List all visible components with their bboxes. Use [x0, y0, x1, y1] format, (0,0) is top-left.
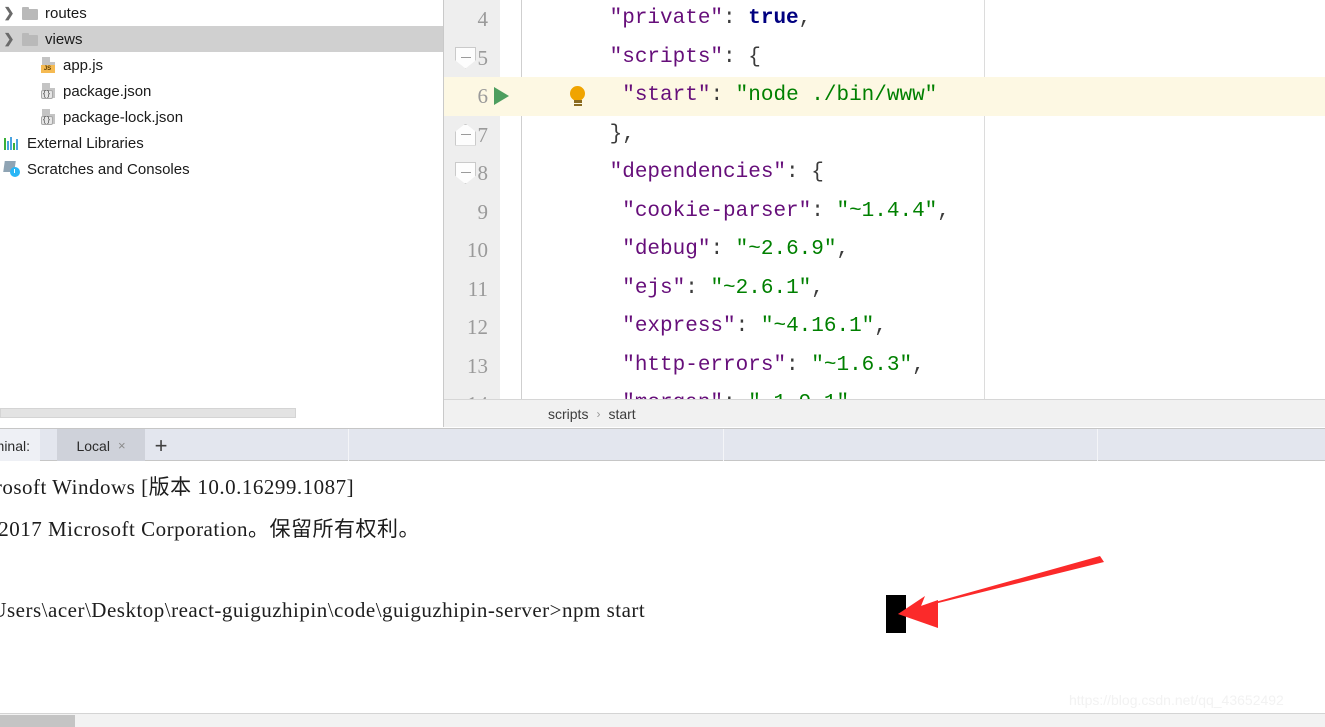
scratches-icon — [0, 161, 24, 177]
terminal-line: ) 2017 Microsoft Corporation。保留所有权利。 — [0, 517, 421, 541]
tree-item-views[interactable]: ❯ views — [0, 26, 443, 52]
terminal-tab-bar: rminal: Local × + — [0, 428, 1325, 462]
tree-item-label: views — [45, 30, 83, 48]
tree-item-label: package.json — [63, 82, 152, 100]
terminal-output[interactable]: crosoft Windows [版本 10.0.16299.1087] ) 2… — [0, 461, 1325, 709]
tree-item-label: routes — [45, 4, 87, 22]
tree-item-label: External Libraries — [27, 134, 144, 152]
chevron-right-icon[interactable]: ❯ — [0, 5, 18, 21]
line-number: 12 — [467, 315, 488, 339]
code-line[interactable]: 7 }, — [444, 116, 1325, 155]
terminal-tab-label: Local — [76, 437, 110, 454]
chevron-right-icon: › — [596, 406, 601, 421]
code-text: "cookie-parser": "~1.4.4", — [622, 199, 950, 223]
code-editor[interactable]: 4 "private": true, 5 "scripts": {6 "start… — [444, 0, 1325, 427]
line-number: 6 — [477, 84, 489, 108]
code-text: "scripts": { — [609, 45, 761, 69]
line-number: 11 — [467, 276, 488, 301]
project-tree-panel: ❯ routes ❯ views JS app.js{} package.json{} pac… — [0, 0, 444, 427]
tree-item-package-lock-json[interactable]: {} package-lock.json — [0, 104, 443, 130]
chevron-right-icon[interactable]: ❯ — [0, 31, 18, 47]
scrollbar-thumb[interactable] — [0, 715, 75, 727]
tab-bar-divider-2 — [723, 429, 724, 462]
tree-item-external-libraries[interactable]: External Libraries — [0, 130, 443, 156]
breadcrumb-item-scripts[interactable]: scripts — [548, 406, 588, 422]
terminal-line: crosoft Windows [版本 10.0.16299.1087] — [0, 475, 355, 499]
terminal-cursor — [886, 595, 906, 633]
json-file-icon: {} — [36, 109, 60, 125]
code-line[interactable]: 11 "ejs": "~2.6.1", — [444, 270, 1325, 309]
close-icon[interactable]: × — [118, 438, 126, 453]
tree-item-package-json[interactable]: {} package.json — [0, 78, 443, 104]
app-window: ❯ routes ❯ views JS app.js{} package.json{} pac… — [0, 0, 1325, 727]
line-number: 4 — [477, 7, 489, 31]
code-line[interactable]: 6 "start": "node ./bin/www" — [444, 77, 1325, 116]
add-terminal-tab-button[interactable]: + — [145, 429, 177, 462]
code-line[interactable]: 14 "morgan": "~1.9.1" — [444, 385, 1325, 399]
code-line[interactable]: 4 "private": true, — [444, 0, 1325, 39]
line-number: 9 — [477, 199, 489, 224]
line-number: 14 — [444, 385, 488, 399]
terminal-line: \Users\acer\Desktop\react-guiguzhipin\co… — [0, 598, 646, 622]
code-text: "private": true, — [609, 7, 812, 30]
horizontal-scrollbar[interactable] — [0, 713, 1325, 727]
breadcrumb[interactable]: scripts › start — [444, 399, 1325, 427]
tree-item-app-js[interactable]: JS app.js — [0, 52, 443, 78]
code-text: "dependencies": { — [609, 161, 824, 184]
top-region: ❯ routes ❯ views JS app.js{} package.json{} pac… — [0, 0, 1325, 427]
json-file-icon: {} — [36, 83, 60, 99]
run-script-icon[interactable] — [494, 87, 509, 106]
tree-item-label: Scratches and Consoles — [27, 160, 190, 178]
code-text: "start": "node ./bin/www" — [622, 84, 938, 107]
line-number: 13 — [467, 353, 488, 378]
code-text: "morgan": "~1.9.1" — [597, 385, 849, 399]
code-line[interactable]: 10 "debug": "~2.6.9", — [444, 231, 1325, 270]
code-text: "debug": "~2.6.9", — [622, 238, 850, 261]
code-text: "express": "~4.16.1", — [622, 315, 887, 338]
terminal-panel-title: rminal: — [0, 429, 41, 462]
tab-bar-divider-3 — [1097, 429, 1098, 462]
code-line[interactable]: 5 "scripts": { — [444, 39, 1325, 78]
code-line[interactable]: 8 "dependencies": { — [444, 154, 1325, 193]
code-line[interactable]: 13 "http-errors": "~1.6.3", — [444, 347, 1325, 386]
js-file-icon: JS — [36, 57, 60, 73]
intention-bulb-icon[interactable] — [569, 86, 586, 107]
code-line[interactable]: 9 "cookie-parser": "~1.4.4", — [444, 193, 1325, 232]
tab-bar-divider-1 — [348, 429, 349, 462]
folder-icon — [18, 32, 42, 46]
code-line[interactable]: 12 "express": "~4.16.1", — [444, 308, 1325, 347]
line-number: 10 — [467, 238, 488, 262]
breadcrumb-item-start[interactable]: start — [608, 406, 635, 422]
tree-item-scratches-and-consoles[interactable]: Scratches and Consoles — [0, 156, 443, 182]
project-tree-horizontal-scrollbar[interactable] — [0, 408, 296, 418]
tree-item-routes[interactable]: ❯ routes — [0, 0, 443, 26]
terminal-tab-local[interactable]: Local × — [57, 429, 145, 462]
watermark: https://blog.csdn.net/qq_43652492 — [1069, 692, 1284, 708]
folder-icon — [18, 6, 42, 20]
code-area[interactable]: 4 "private": true, 5 "scripts": {6 "start… — [444, 0, 1325, 399]
code-text: "http-errors": "~1.6.3", — [622, 353, 925, 377]
tree-item-label: package-lock.json — [63, 108, 184, 126]
code-text: "ejs": "~2.6.1", — [622, 276, 824, 300]
tree-item-label: app.js — [63, 56, 104, 74]
external-libraries-icon — [0, 136, 24, 150]
code-text: }, — [609, 122, 635, 146]
